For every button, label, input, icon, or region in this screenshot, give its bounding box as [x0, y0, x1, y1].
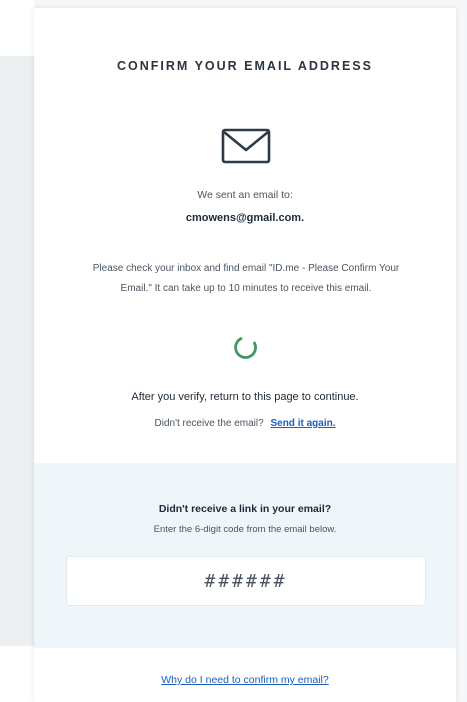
send-again-link[interactable]: Send it again. — [270, 418, 335, 429]
code-instructions: Enter the 6-digit code from the email be… — [153, 524, 337, 535]
instructions-text: Please check your inbox and find email "… — [92, 263, 400, 294]
verification-code-input[interactable] — [66, 556, 426, 606]
spinner-icon — [232, 334, 260, 362]
page-title: CONFIRM YOUR EMAIL ADDRESS — [117, 59, 373, 73]
why-confirm-link[interactable]: Why do I need to confirm my email? — [34, 674, 456, 686]
resend-prompt: Didn't receive the email? — [154, 418, 264, 429]
confirm-email-card: CONFIRM YOUR EMAIL ADDRESS We sent an em… — [34, 8, 456, 702]
resend-row: Didn't receive the email? Send it again. — [34, 418, 456, 429]
after-verify-text: After you verify, return to this page to… — [131, 391, 359, 403]
envelope-icon — [220, 126, 272, 166]
code-heading: Didn't receive a link in your email? — [158, 503, 332, 515]
email-address: cmowens@gmail.com. — [185, 212, 305, 224]
page: CONFIRM YOUR EMAIL ADDRESS We sent an em… — [0, 0, 467, 702]
background-panel — [0, 56, 34, 646]
sent-email-text: We sent an email to: — [197, 189, 293, 201]
